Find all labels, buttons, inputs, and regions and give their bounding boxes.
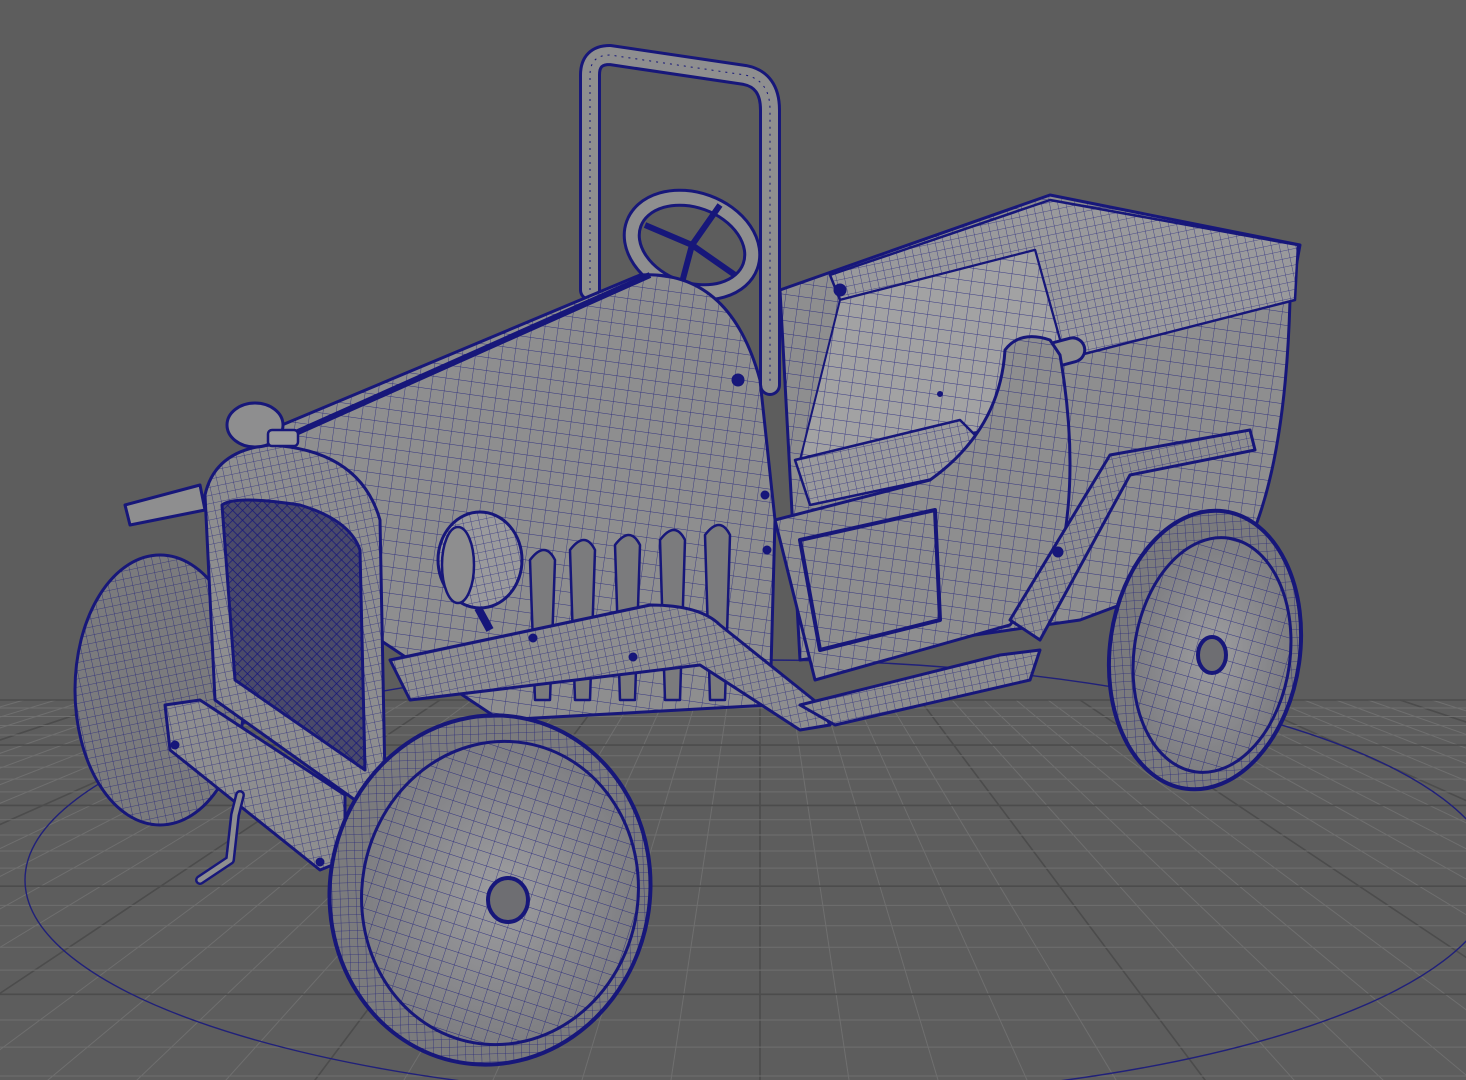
3d-viewport[interactable] — [0, 0, 1466, 1080]
viewport-canvas[interactable] — [0, 0, 1466, 1080]
